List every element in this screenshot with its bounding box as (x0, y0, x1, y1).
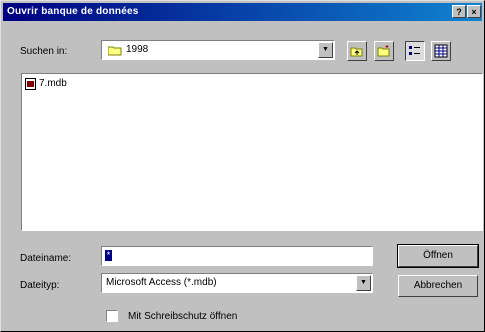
filetype-dropdown[interactable]: Microsoft Access (*.mdb) ▼ (101, 273, 373, 293)
look-in-dropdown[interactable]: 1998 ▼ (101, 40, 335, 60)
close-button[interactable]: × (467, 5, 481, 18)
new-folder-button[interactable] (374, 41, 394, 61)
filename-value: * (105, 250, 112, 261)
dialog-title: Ouvrir banque de données (7, 6, 139, 17)
title-bar[interactable]: Ouvrir banque de données ? × (3, 3, 482, 21)
cancel-button[interactable]: Abbrechen (398, 275, 478, 297)
help-button[interactable]: ? (452, 5, 466, 18)
details-view-button[interactable] (431, 41, 451, 61)
filetype-value: Microsoft Access (*.mdb) (106, 277, 217, 288)
up-one-level-button[interactable] (347, 41, 367, 61)
open-button[interactable]: Öffnen (397, 244, 479, 268)
access-database-icon (25, 78, 36, 90)
list-view-icon (409, 46, 420, 55)
folder-icon (108, 46, 122, 56)
file-list[interactable]: 7.mdb (21, 73, 483, 231)
look-in-value: 1998 (126, 44, 149, 55)
filename-label: Dateiname: (20, 253, 72, 264)
readonly-label: Mit Schreibschutz öffnen (128, 311, 238, 322)
list-view-button[interactable] (405, 41, 425, 61)
file-name: 7.mdb (39, 78, 67, 89)
details-view-icon (434, 44, 448, 58)
up-one-level-icon (350, 47, 363, 57)
new-folder-icon (377, 45, 390, 57)
filename-field[interactable]: * (101, 246, 373, 266)
open-database-dialog: Ouvrir banque de données ? × Suchen in: … (0, 0, 485, 332)
triangle-down-icon[interactable]: ▼ (318, 42, 333, 58)
readonly-checkbox[interactable] (106, 310, 118, 322)
filetype-label: Dateityp: (20, 280, 60, 291)
look-in-label: Suchen in: (20, 46, 68, 57)
chevron-down-icon[interactable]: ▼ (356, 275, 371, 291)
